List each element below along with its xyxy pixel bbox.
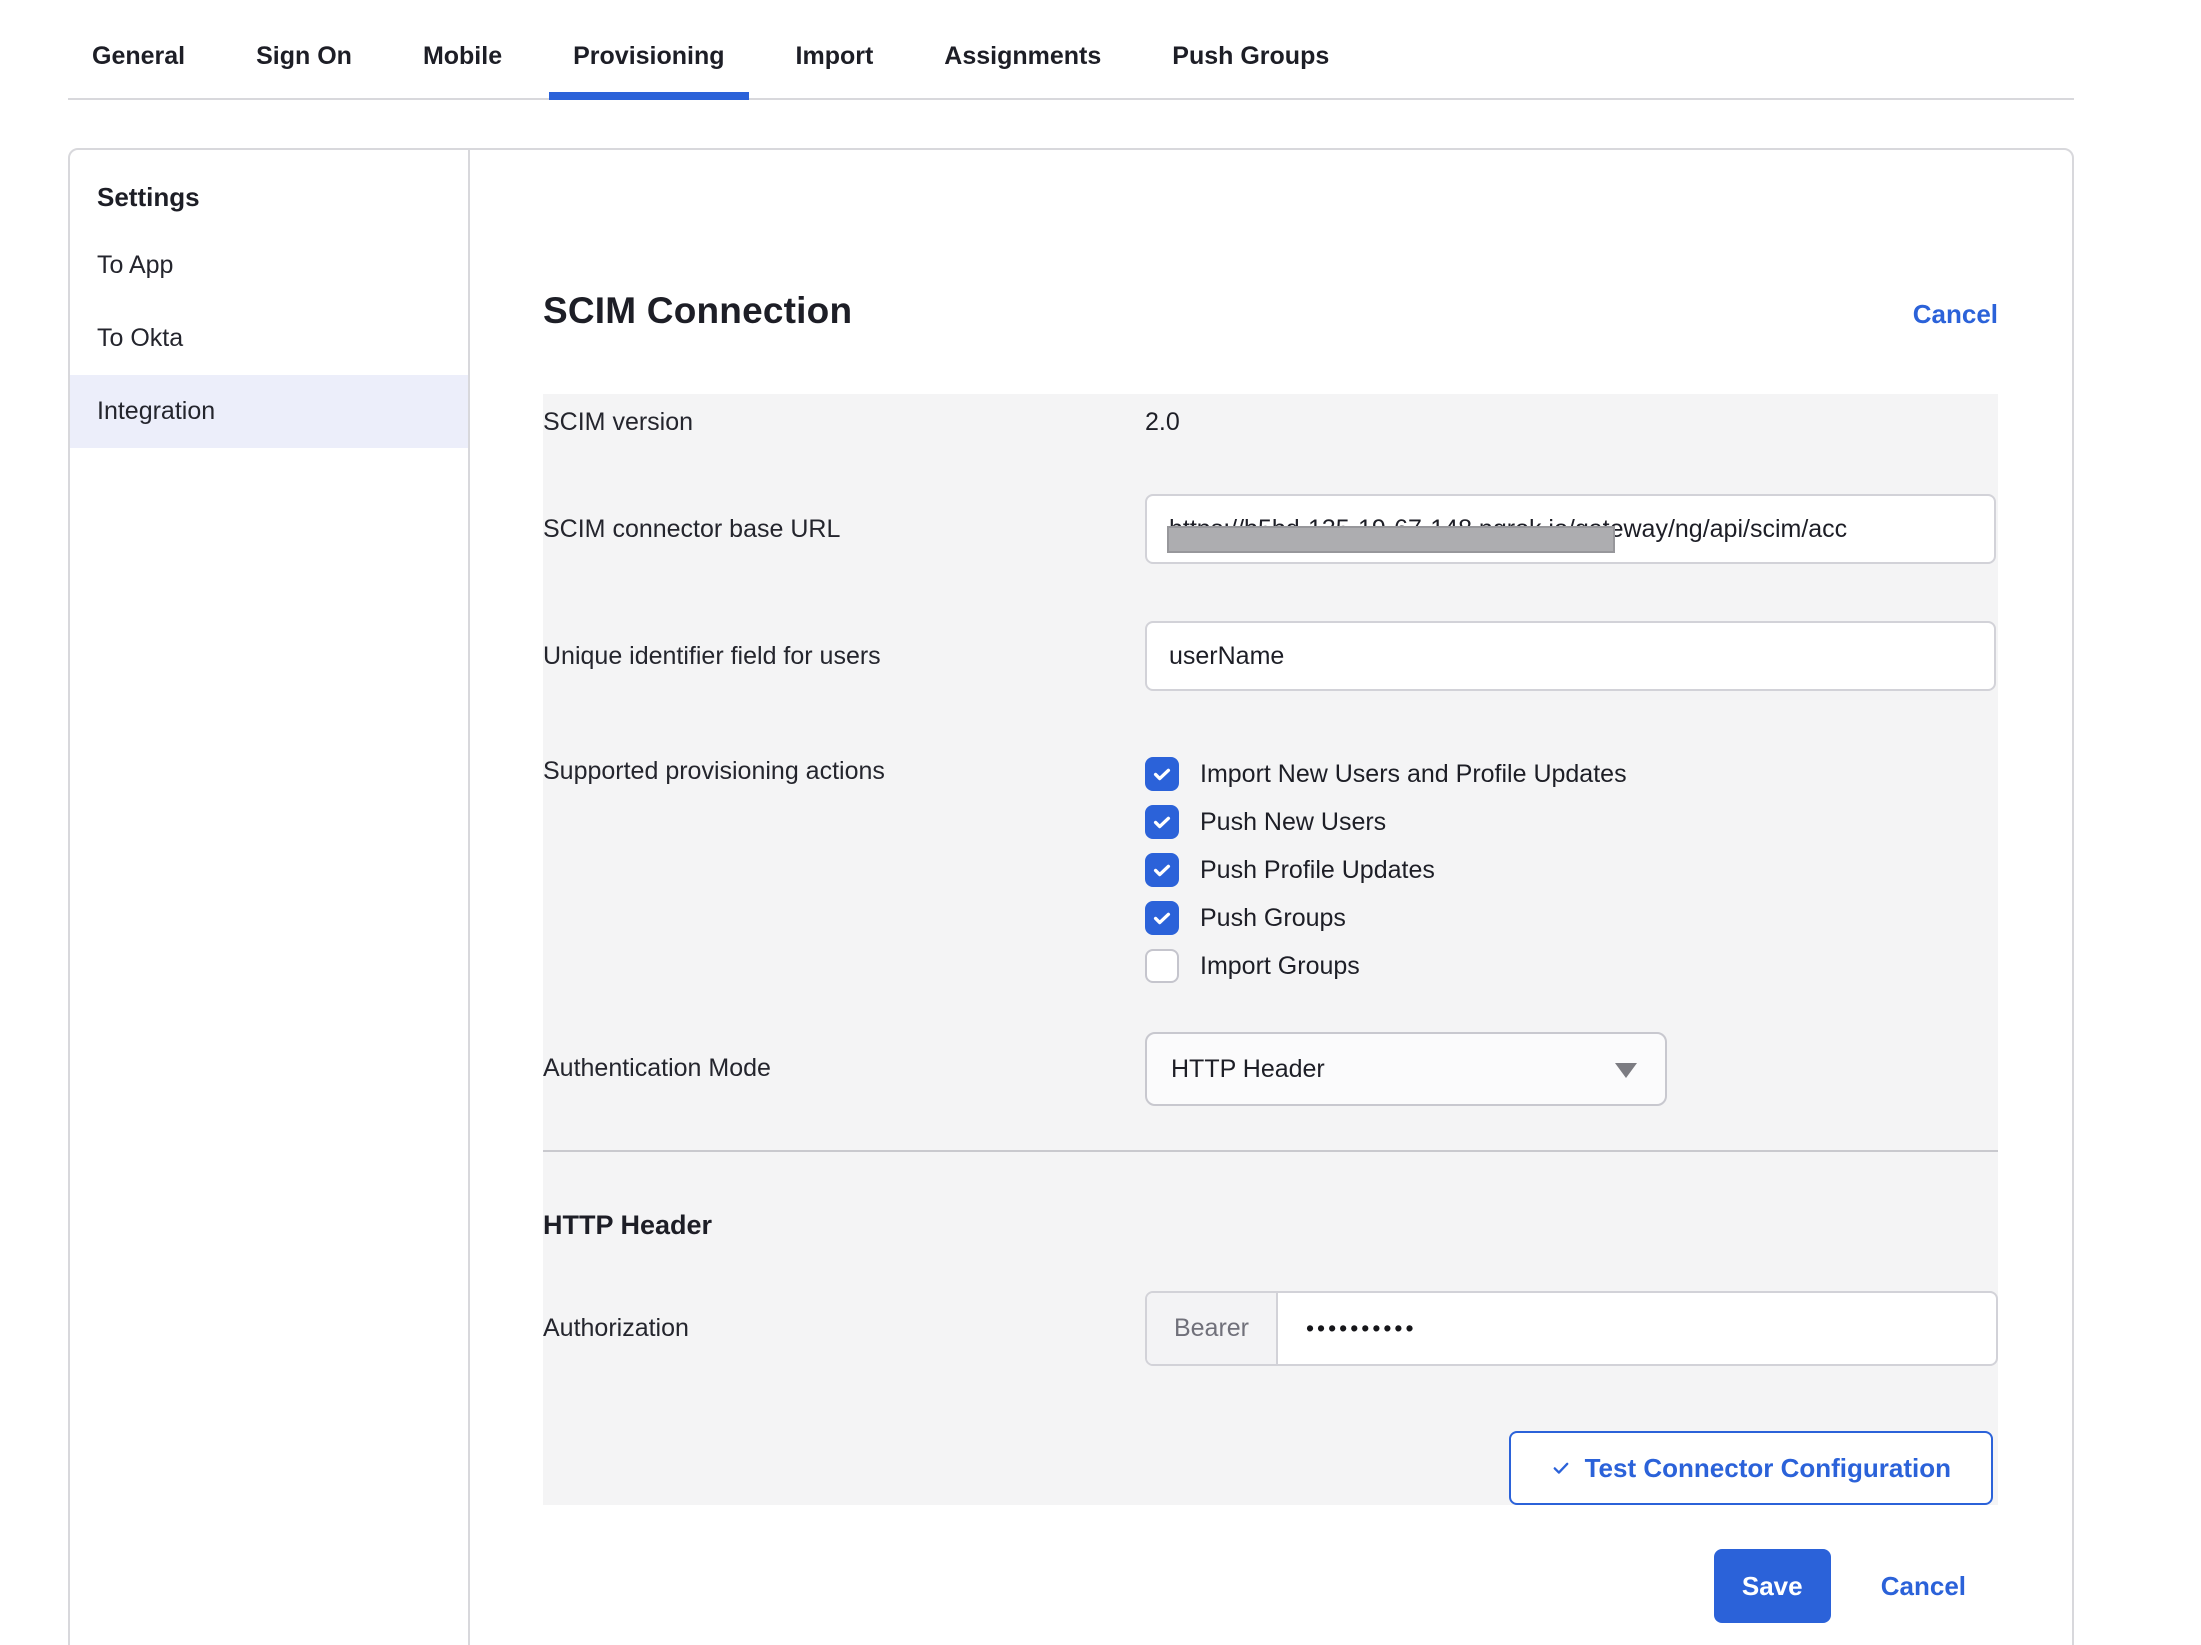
action-push-new-users[interactable]: Push New Users: [1145, 798, 1998, 846]
test-connector-row: Test Connector Configuration: [543, 1431, 1998, 1505]
unique-id-label: Unique identifier field for users: [543, 642, 1145, 671]
tab-general[interactable]: General: [68, 0, 209, 98]
tab-label: Push Groups: [1172, 42, 1329, 71]
test-connector-label: Test Connector Configuration: [1585, 1453, 1951, 1484]
unique-id-value: userName: [1169, 642, 1284, 671]
cancel-button[interactable]: Cancel: [1881, 1571, 1966, 1602]
tab-label: Mobile: [423, 42, 502, 71]
sidebar-item-label: To App: [97, 251, 173, 280]
action-label: Import Groups: [1200, 952, 1360, 981]
chevron-down-icon: [1615, 1063, 1637, 1078]
base-url-label: SCIM connector base URL: [543, 515, 1145, 544]
tab-provisioning[interactable]: Provisioning: [549, 0, 748, 98]
base-url-input[interactable]: https://b5bd-135-19-67-148.ngrok.io/gate…: [1145, 494, 1996, 564]
app-tab-bar: General Sign On Mobile Provisioning Impo…: [68, 0, 2074, 100]
tab-mobile[interactable]: Mobile: [399, 0, 526, 98]
scim-version-value: 2.0: [1145, 407, 1998, 438]
save-button[interactable]: Save: [1714, 1549, 1831, 1623]
settings-sidebar: Settings To App To Okta Integration: [70, 150, 470, 1645]
provisioning-actions-row: Supported provisioning actions Import Ne…: [543, 750, 1998, 990]
sidebar-item-integration[interactable]: Integration: [70, 375, 468, 448]
action-label: Import New Users and Profile Updates: [1200, 760, 1627, 789]
tab-label: Sign On: [256, 42, 352, 71]
action-import-new-users[interactable]: Import New Users and Profile Updates: [1145, 750, 1998, 798]
redaction-bar: [1167, 526, 1615, 553]
authorization-input-group: Bearer ••••••••••: [1145, 1291, 1998, 1366]
checkbox-icon[interactable]: [1145, 853, 1179, 887]
checkbox-icon[interactable]: [1145, 949, 1179, 983]
action-push-groups[interactable]: Push Groups: [1145, 894, 1998, 942]
tab-assignments[interactable]: Assignments: [920, 0, 1125, 98]
auth-mode-row: Authentication Mode HTTP Header: [543, 1032, 1998, 1106]
base-url-row: SCIM connector base URL https://b5bd-135…: [543, 494, 1998, 564]
scim-version-row: SCIM version 2.0: [543, 407, 1998, 438]
tab-label: Import: [796, 42, 874, 71]
sidebar-item-to-okta[interactable]: To Okta: [70, 302, 468, 375]
sidebar-header: Settings: [70, 168, 468, 229]
action-push-profile-updates[interactable]: Push Profile Updates: [1145, 846, 1998, 894]
provisioning-actions-list: Import New Users and Profile Updates Pus…: [1145, 750, 1998, 990]
action-import-groups[interactable]: Import Groups: [1145, 942, 1998, 990]
auth-mode-select[interactable]: HTTP Header: [1145, 1032, 1667, 1106]
tab-sign-on[interactable]: Sign On: [232, 0, 376, 98]
sidebar-item-label: Integration: [97, 397, 215, 426]
provisioning-actions-label: Supported provisioning actions: [543, 750, 1145, 990]
unique-id-row: Unique identifier field for users userNa…: [543, 621, 1998, 691]
http-header-section-title: HTTP Header: [543, 1210, 1998, 1241]
check-icon: [1551, 1458, 1571, 1478]
sidebar-item-to-app[interactable]: To App: [70, 229, 468, 302]
test-connector-button[interactable]: Test Connector Configuration: [1509, 1431, 1993, 1505]
auth-mode-label: Authentication Mode: [543, 1032, 1145, 1106]
page-header: SCIM Connection Cancel: [543, 290, 1998, 332]
checkbox-icon[interactable]: [1145, 901, 1179, 935]
sidebar-item-label: To Okta: [97, 324, 183, 353]
tab-label: Assignments: [944, 42, 1101, 71]
scim-settings-panel: SCIM version 2.0 SCIM connector base URL…: [543, 394, 1998, 1505]
provisioning-card: Settings To App To Okta Integration SCIM…: [68, 148, 2074, 1645]
auth-mode-selected-value: HTTP Header: [1171, 1055, 1325, 1084]
action-label: Push Groups: [1200, 904, 1346, 933]
tab-import[interactable]: Import: [772, 0, 898, 98]
form-action-bar: Save Cancel: [543, 1549, 1998, 1623]
bearer-prefix: Bearer: [1147, 1293, 1278, 1364]
header-cancel-link[interactable]: Cancel: [1913, 299, 1998, 330]
tab-label: Provisioning: [573, 42, 724, 71]
page-title: SCIM Connection: [543, 290, 852, 332]
tab-label: General: [92, 42, 185, 71]
main-content: SCIM Connection Cancel SCIM version 2.0 …: [470, 150, 2072, 1645]
authorization-token-input[interactable]: ••••••••••: [1278, 1293, 1996, 1364]
scim-version-label: SCIM version: [543, 407, 1145, 438]
checkbox-icon[interactable]: [1145, 805, 1179, 839]
authorization-label: Authorization: [543, 1314, 1145, 1343]
tab-push-groups[interactable]: Push Groups: [1148, 0, 1353, 98]
unique-id-input[interactable]: userName: [1145, 621, 1996, 691]
section-divider: [543, 1150, 1998, 1152]
authorization-row: Authorization Bearer ••••••••••: [543, 1291, 1998, 1366]
action-label: Push Profile Updates: [1200, 856, 1435, 885]
action-label: Push New Users: [1200, 808, 1386, 837]
checkbox-icon[interactable]: [1145, 757, 1179, 791]
